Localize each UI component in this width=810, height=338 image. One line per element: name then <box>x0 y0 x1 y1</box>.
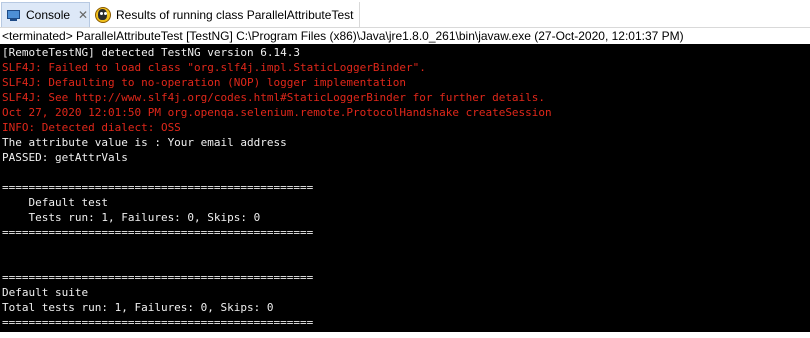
console-line: The attribute value is : Your email addr… <box>2 136 287 149</box>
tab-results-label: Results of running class ParallelAttribu… <box>116 7 354 22</box>
console-line: Total tests run: 1, Failures: 0, Skips: … <box>2 301 274 314</box>
console-line: Default test <box>2 196 108 209</box>
console-line: INFO: Detected dialect: OSS <box>2 121 181 134</box>
console-line: PASSED: getAttrVals <box>2 151 128 164</box>
tab-console-label: Console <box>26 8 71 22</box>
console-monitor-icon <box>7 9 20 21</box>
console-line: ========================================… <box>2 181 314 194</box>
console-line: SLF4J: Failed to load class "org.slf4j.i… <box>2 61 426 74</box>
console-line: Tests run: 1, Failures: 0, Skips: 0 <box>2 211 261 224</box>
tab-testng-results[interactable]: Results of running class ParallelAttribu… <box>90 2 360 27</box>
view-tab-bar: Console ✕ Results of running class Paral… <box>0 0 810 28</box>
console-scrollbar-edge <box>0 332 810 338</box>
console-line: Default suite <box>2 286 89 299</box>
console-line: ========================================… <box>2 226 314 239</box>
console-line: SLF4J: Defaulting to no-operation (NOP) … <box>2 76 406 89</box>
console-output-area[interactable]: [RemoteTestNG] detected TestNG version 6… <box>0 44 810 332</box>
console-lines: [RemoteTestNG] detected TestNG version 6… <box>0 44 810 330</box>
tab-console[interactable]: Console ✕ <box>1 2 90 27</box>
console-line: SLF4J: See http://www.slf4j.org/codes.ht… <box>2 91 546 104</box>
console-line: ========================================… <box>2 316 314 329</box>
close-icon[interactable]: ✕ <box>78 8 88 22</box>
console-line: ========================================… <box>2 271 314 284</box>
console-line: Oct 27, 2020 12:01:50 PM org.openqa.sele… <box>2 106 552 119</box>
testng-icon <box>95 6 111 23</box>
console-line: [RemoteTestNG] detected TestNG version 6… <box>2 46 301 59</box>
process-status-line: <terminated> ParallelAttributeTest [Test… <box>0 28 810 44</box>
